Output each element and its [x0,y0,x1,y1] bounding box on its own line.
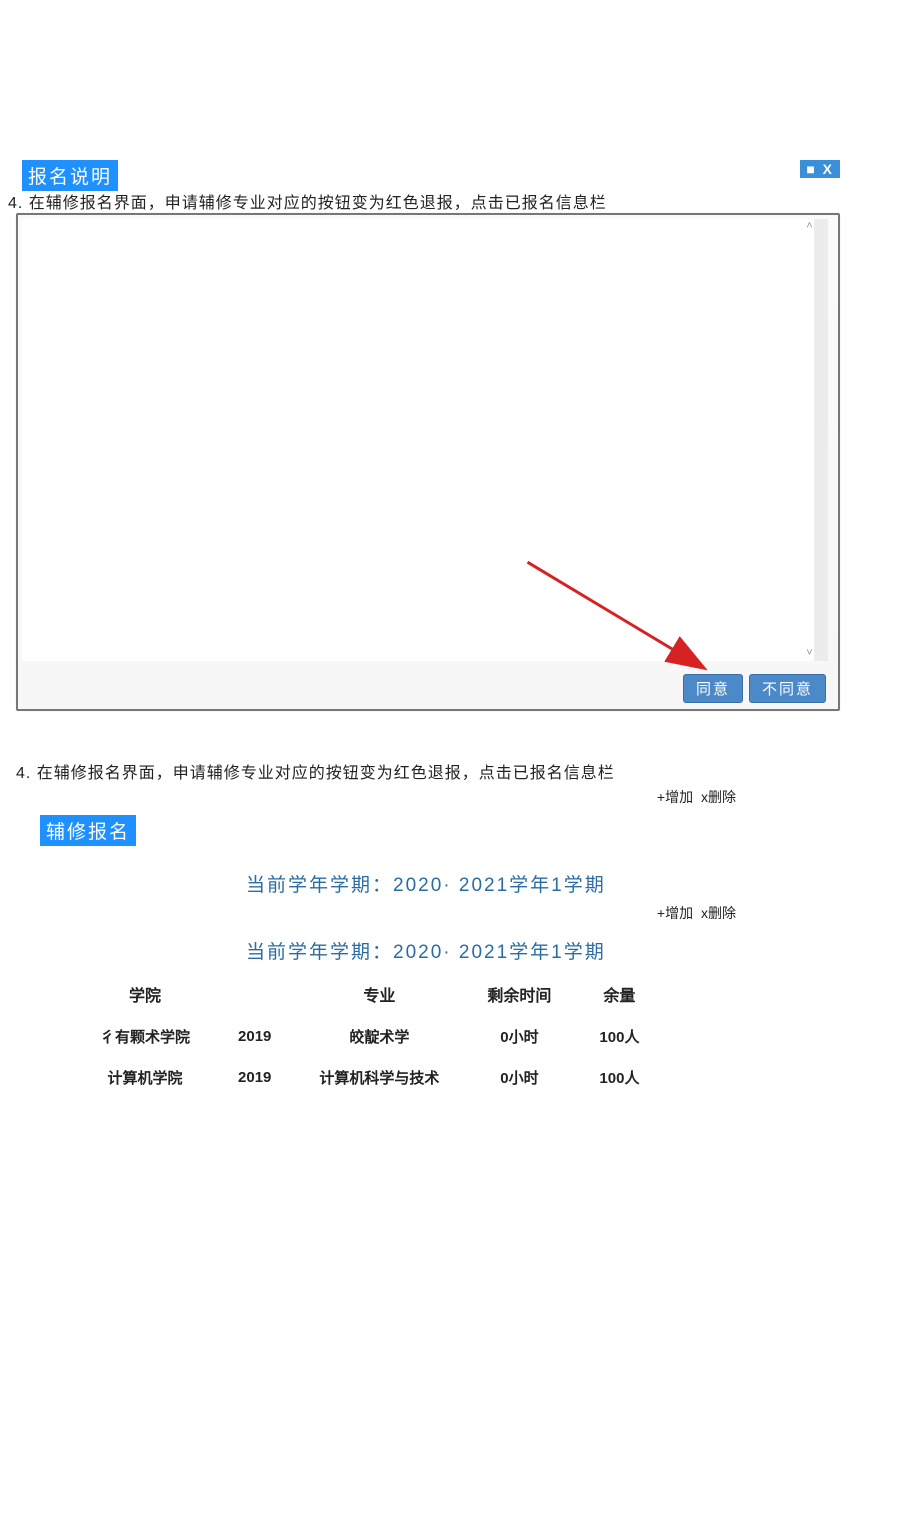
th-time: 剩余时间 [463,972,575,1016]
cell-major: 皎靛术学 [295,1016,463,1057]
toolbar-2: +增加 x删除 [16,903,904,923]
dialog-content-area: ˄ ˅ [22,219,828,661]
dialog-screenshot: ˄ ˅ 同意 不同意 [16,213,840,711]
th-quota: 余量 [575,972,663,1016]
th-major: 专业 [295,972,463,1016]
current-term-2: 当前学年学期：2020· 2021学年1学期 [246,937,904,964]
table-row: 彳有颗术学院 2019 皎靛术学 0小时 100人 [76,1016,663,1057]
table-row: 计算机学院 2019 计算机科学与技术 0小时 100人 [76,1057,663,1098]
section-title-tag: 辅修报名 [40,815,136,846]
cell-major: 计算机科学与技术 [295,1057,463,1098]
delete-link-2[interactable]: x删除 [701,905,736,921]
disagree-button[interactable]: 不同意 [749,674,826,703]
cell-year: 2019 [214,1057,295,1098]
step-4-below-dialog: 4. 在辅修报名界面，申请辅修专业对应的按钮变为红色退报，点击已报名信息栏 [16,759,904,783]
table-header-row: 学院 专业 剩余时间 余量 [76,972,663,1016]
window-control-icons[interactable]: ■ X [800,160,840,178]
courses-table: 学院 专业 剩余时间 余量 彳有颗术学院 2019 皎靛术学 0小时 100人 … [76,972,663,1098]
cell-quota: 100人 [575,1057,663,1098]
dialog-title-tag: 报名说明 [22,160,118,191]
step-4-above-dialog: 4. 在辅修报名界面，申请辅修专业对应的按钮变为红色退报，点击已报名信息栏 [8,189,912,213]
cell-college: 彳有颗术学院 [76,1016,214,1057]
cell-time: 0小时 [463,1057,575,1098]
current-term-1: 当前学年学期：2020· 2021学年1学期 [246,870,904,897]
add-link-1[interactable]: +增加 [657,789,693,805]
cell-college: 计算机学院 [76,1057,214,1098]
th-year [214,972,295,1016]
cell-quota: 100人 [575,1016,663,1057]
scroll-down-icon[interactable]: ˅ [804,648,815,659]
agree-button[interactable]: 同意 [683,674,743,703]
cell-year: 2019 [214,1016,295,1057]
th-college: 学院 [76,972,214,1016]
cell-time: 0小时 [463,1016,575,1057]
toolbar-1: +增加 x删除 [16,787,904,807]
scroll-up-icon[interactable]: ˄ [804,221,815,232]
add-link-2[interactable]: +增加 [657,905,693,921]
delete-link-1[interactable]: x删除 [701,789,736,805]
